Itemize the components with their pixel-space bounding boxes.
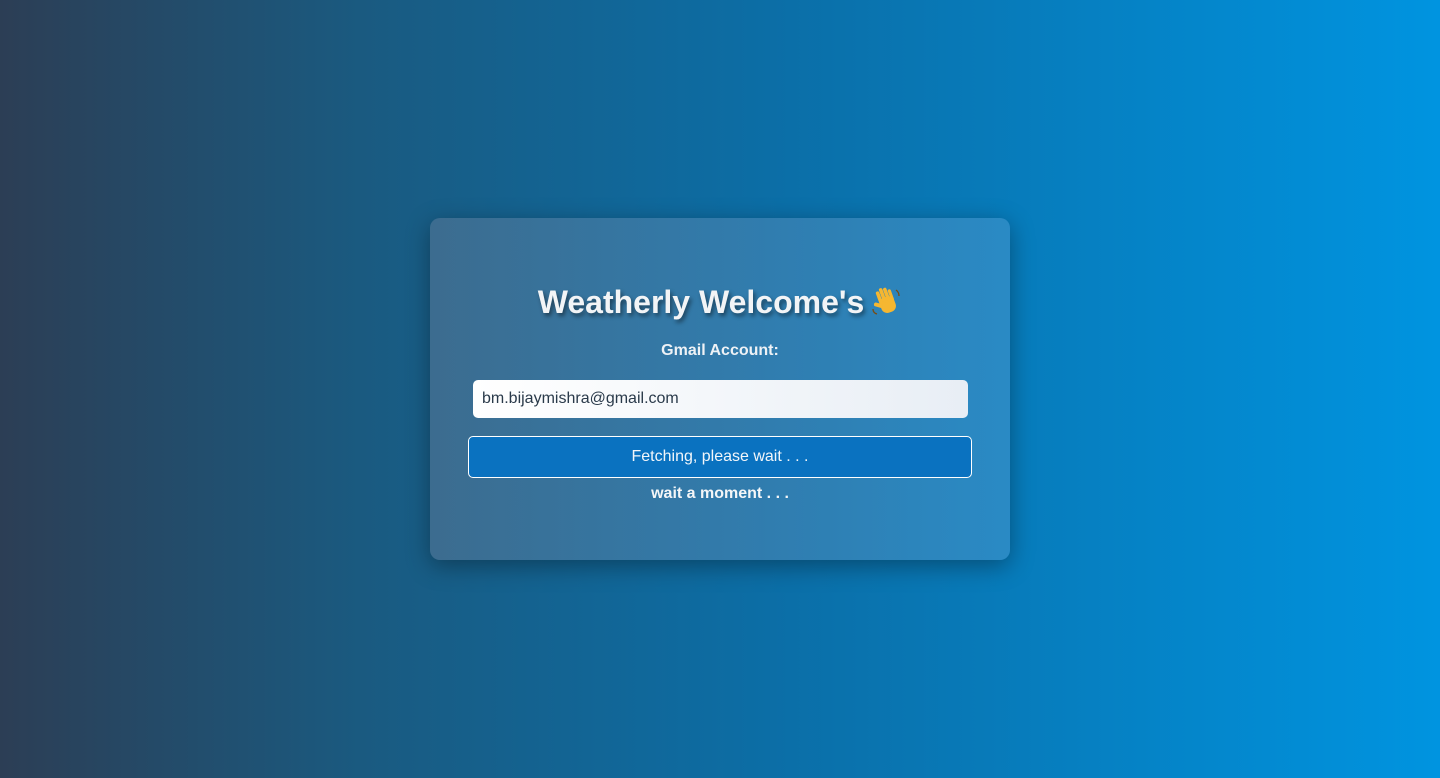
title-text: Weatherly Welcome's	[537, 284, 865, 320]
waving-hand-icon	[872, 287, 900, 315]
fetch-button[interactable]: Fetching, please wait . . .	[468, 436, 972, 478]
login-card: Weatherly Welcome's Gmail Account: Fetch…	[430, 218, 1010, 560]
email-label: Gmail Account:	[661, 342, 779, 359]
status-text: wait a moment . . .	[651, 485, 789, 502]
page-title: Weatherly Welcome's	[430, 282, 1010, 322]
email-field[interactable]	[473, 380, 968, 418]
